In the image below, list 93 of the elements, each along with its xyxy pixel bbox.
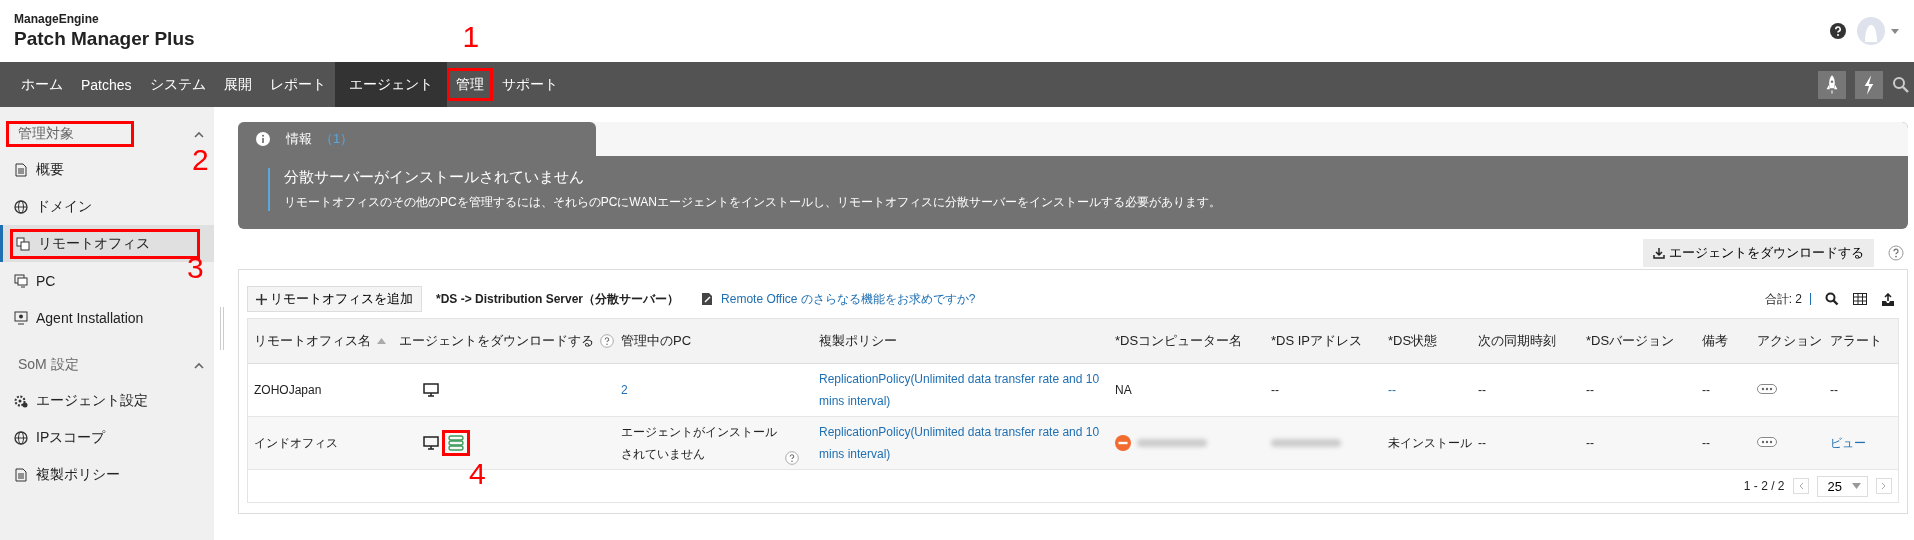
document-icon [14,162,28,177]
server-icon[interactable] [445,433,467,453]
nav-tab[interactable]: システム [140,62,215,107]
column-header[interactable]: *DSバージョン [1586,332,1675,350]
table-cell: -- [1702,383,1710,397]
column-header[interactable]: *DS状態 [1388,332,1438,350]
plus-icon [256,293,267,305]
nav-tab[interactable]: サポート [492,62,567,107]
column-header[interactable]: *DSコンピューター名 [1115,332,1243,350]
download-agent-button[interactable]: エージェントをダウンロードする [1643,239,1874,267]
help-icon[interactable] [1830,23,1846,39]
more-actions-icon[interactable] [1757,384,1777,394]
table-icon[interactable] [1853,293,1867,305]
callout-number: 2 [192,145,209,175]
page-size-dropdown[interactable]: 25 [1816,475,1868,497]
globe-icon [14,199,28,214]
globe-icon [14,430,28,445]
product-name: Patch Manager Plus [14,28,195,50]
screen-icon [14,310,28,325]
info-count: （1） [320,130,354,148]
sidebar-section-title[interactable]: SoM 設定 [6,352,139,378]
column-header[interactable]: 管理中のPC [621,332,692,350]
not-installed-icon [1115,435,1131,451]
brand-name: ManageEngine [14,12,100,26]
sidebar-item[interactable]: IPスコープ [10,422,110,453]
edit-icon [701,292,714,306]
table-cell-text: エージェントがインストールされていません [621,424,778,463]
download-icon [1653,247,1665,259]
table-link[interactable]: ReplicationPolicy(Unlimited data transfer rate and 10 mins interval) [819,368,1109,412]
column-header[interactable]: アラート [1830,332,1882,350]
table-cell: ZOHOJapan [254,383,322,397]
sidebar-section-title[interactable]: 管理対象 [6,121,134,147]
callout-number: 4 [469,459,486,489]
caret-icon [1852,483,1861,489]
table-link[interactable]: ReplicationPolicy(Unlimited data transfer rate and 10 mins interval) [819,421,1109,465]
redacted-text [1271,439,1341,447]
table-link[interactable]: -- [1388,379,1472,401]
table-link[interactable]: ビュー [1830,432,1895,454]
nav-tab[interactable]: 展開 [214,62,261,107]
total-count: 合計: 2 [1764,290,1802,308]
table-cell: NA [1115,383,1132,397]
column-header[interactable]: 複製ポリシー [819,332,897,350]
search-icon[interactable] [1825,292,1839,306]
rocket-icon[interactable] [1818,70,1846,99]
info-message: リモートオフィスのその他のPCを管理するには、それらのPCにWANエージェントをインストールし、リモートオフィスに分散サーバーをインストールする必要があります。 [284,194,1222,211]
column-header[interactable]: アクション [1757,332,1822,350]
info-icon [256,132,270,146]
sidebar-item[interactable]: ドメイン [10,191,96,222]
sidebar-item[interactable]: PC [10,266,60,295]
sidebar-item[interactable]: エージェント設定 [10,385,152,416]
redacted-text [1137,439,1207,447]
legend-text: *DS -> Distribution Server（分散サーバー） [436,290,680,308]
buildings-icon [16,236,30,251]
page-range: 1 - 2 / 2 [1743,479,1785,493]
nav-tab[interactable]: レポート [260,62,335,107]
column-header[interactable]: *DS IPアドレス [1271,332,1362,350]
column-header[interactable]: 備考 [1702,332,1728,350]
table-cell: -- [1478,436,1486,450]
monitor-icon [14,273,28,288]
table-cell: -- [1702,436,1710,450]
table-cell: -- [1586,383,1594,397]
info-tab-label: 情報 [286,130,312,148]
column-header[interactable]: 次の同期時刻 [1478,332,1556,350]
monitor-icon[interactable] [423,383,439,397]
nav-tab[interactable]: 管理 [446,68,493,101]
sidebar-item[interactable]: 概要 [10,154,68,185]
table-cell: -- [1586,436,1594,450]
nav-tab[interactable]: Patches [72,62,141,107]
table-cell: インドオフィス [254,436,338,450]
add-remote-office-button[interactable]: リモートオフィスを追加 [247,286,422,312]
feature-link[interactable]: Remote Office のさらなる機能をお求めですか? [721,290,976,308]
monitor-icon[interactable] [423,436,439,450]
table-cell: -- [1478,383,1486,397]
nav-tab[interactable]: エージェント [334,62,447,107]
callout-number: 1 [462,22,480,52]
chevron-left-icon [1797,482,1804,490]
info-title: 分散サーバーがインストールされていません [284,168,585,187]
table-cell: -- [1830,383,1838,397]
table-link[interactable]: 2 [621,379,813,401]
collapse-icon[interactable] [194,361,204,369]
export-icon[interactable] [1881,292,1895,306]
table-cell: -- [1271,383,1279,397]
table-cell: 未インストール [1388,436,1472,450]
nav-tab[interactable]: ホーム [12,62,72,107]
more-actions-icon[interactable] [1757,437,1777,447]
chevron-right-icon [1881,482,1887,490]
lightning-icon[interactable] [1855,70,1883,99]
sidebar-item[interactable]: 複製ポリシー [10,459,124,490]
sidebar-item[interactable]: Agent Installation [10,303,148,332]
collapse-icon[interactable] [194,130,204,138]
document-icon [14,467,28,482]
column-header[interactable]: リモートオフィス名 [254,332,386,350]
column-header[interactable]: エージェントをダウンロードする [399,332,614,350]
